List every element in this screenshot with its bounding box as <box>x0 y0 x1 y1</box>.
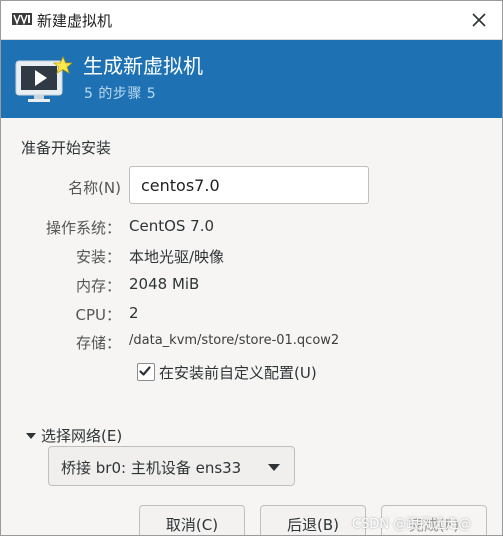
name-label: 名称(N) <box>68 179 121 197</box>
customize-checkbox-label[interactable]: 在安装前自定义配置(U) <box>159 362 317 383</box>
network-expander-label: 选择网络(E) <box>41 427 123 445</box>
install-label: 安装： <box>75 248 121 266</box>
chevron-down-icon <box>268 464 280 471</box>
header-banner: 生成新虚拟机 5 的步骤 5 <box>1 40 502 118</box>
cpu-label: CPU： <box>75 306 122 324</box>
customize-checkbox[interactable] <box>137 363 155 381</box>
storage-value: /data_kvm/store/store-01.qcow2 <box>129 333 340 348</box>
vm-name-input[interactable]: centos7.0 <box>129 166 369 204</box>
app-icon <box>12 13 32 25</box>
memory-value: 2048 MiB <box>129 275 200 293</box>
network-select[interactable]: 桥接 br0: 主机设备 ens33 <box>48 446 295 486</box>
checkmark-icon <box>139 366 151 376</box>
back-button[interactable]: 后退(B) <box>260 505 366 535</box>
section-title: 准备开始安装 <box>21 139 112 157</box>
window-title: 新建虚拟机 <box>37 12 113 30</box>
network-expander[interactable]: 选择网络(E) <box>26 425 122 446</box>
new-vm-dialog: 新建虚拟机 生成新虚拟机 5 的步骤 5 准备开始安装 名称(N) centos… <box>0 0 503 536</box>
os-value: CentOS 7.0 <box>129 217 215 235</box>
expander-arrow-icon <box>26 432 36 439</box>
monitor-play-star-icon <box>15 55 72 102</box>
step-indicator: 5 的步骤 5 <box>84 86 157 102</box>
os-label: 操作系统： <box>45 219 121 237</box>
network-select-value: 桥接 br0: 主机设备 ens33 <box>61 459 242 477</box>
cpu-value: 2 <box>129 304 139 322</box>
cancel-button[interactable]: 取消(C) <box>139 505 245 535</box>
title-bar: 新建虚拟机 <box>1 1 502 40</box>
install-value: 本地光驱/映像 <box>129 248 225 266</box>
memory-label: 内存： <box>75 277 121 295</box>
watermark: CSDN @跟风远走@ <box>352 517 472 532</box>
storage-label: 存储： <box>75 334 121 352</box>
close-icon[interactable] <box>466 7 492 33</box>
banner-title: 生成新虚拟机 <box>83 54 203 78</box>
